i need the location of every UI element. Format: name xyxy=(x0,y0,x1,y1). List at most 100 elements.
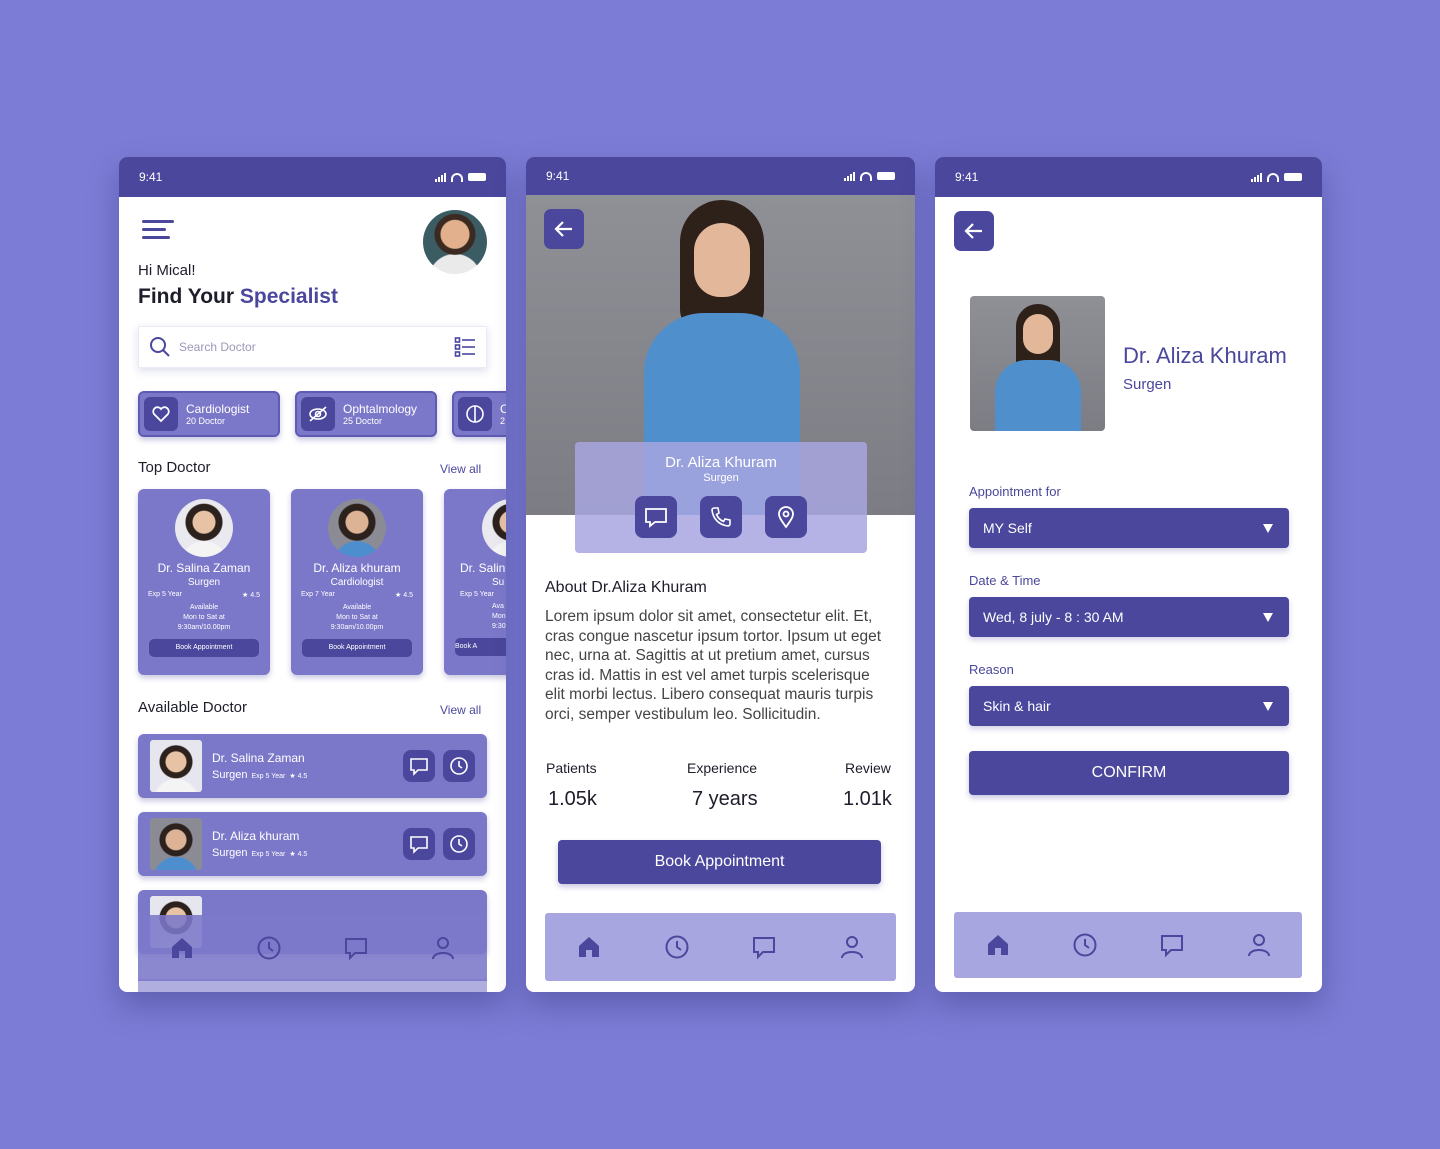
doctor-rating: ★ 4.5 xyxy=(395,592,413,599)
doctor-photo xyxy=(482,499,506,557)
chat-icon[interactable] xyxy=(343,935,369,961)
message-button[interactable] xyxy=(635,496,677,538)
chat-button[interactable] xyxy=(403,750,435,782)
location-button[interactable] xyxy=(765,496,807,538)
date-time-label: Date & Time xyxy=(969,573,1041,588)
heart-icon xyxy=(144,397,178,431)
availability-label: Available xyxy=(189,604,219,611)
category-ophtalmology[interactable]: Ophtalmology 25 Doctor xyxy=(295,391,437,437)
doctor-profile-screen: 9:41 Dr. Aliza Khuram Surgen About Dr.Al… xyxy=(526,157,915,992)
doctor-name: Dr. Aliza khuram xyxy=(313,561,401,575)
home-icon[interactable] xyxy=(985,932,1011,958)
brain-icon xyxy=(458,397,492,431)
chat-icon xyxy=(645,508,667,528)
home-icon[interactable] xyxy=(576,934,602,960)
availability-hours: 9:30am/10.00pm xyxy=(330,624,384,631)
confirm-button[interactable]: CONFIRM xyxy=(969,751,1289,795)
top-doctor-view-all[interactable]: View all xyxy=(440,462,481,476)
schedule-button[interactable] xyxy=(443,750,475,782)
doctor-specialty: Cardiologist xyxy=(330,577,384,588)
signal-icon xyxy=(1251,172,1262,182)
book-appointment-button[interactable]: Book Appointment xyxy=(302,639,412,657)
top-doctor-card[interactable]: Dr. Aliza khuram Cardiologist Exp 7 Year… xyxy=(291,489,423,675)
appointment-for-value: MY Self xyxy=(983,520,1032,536)
doctor-experience: Exp 5 Year xyxy=(460,591,494,598)
battery-icon xyxy=(877,172,895,180)
category-name: Ophtalmology xyxy=(343,402,418,416)
reason-value: Skin & hair xyxy=(983,698,1051,714)
available-doctor-item[interactable]: Dr. Aliza khuram Surgen Exp 5 Year ★ 4.5 xyxy=(138,812,487,876)
user-icon[interactable] xyxy=(839,934,865,960)
back-button[interactable] xyxy=(544,209,584,249)
doctor-name: Dr. Aliza Khuram xyxy=(1123,343,1287,368)
signal-icon xyxy=(844,171,855,181)
user-icon[interactable] xyxy=(430,935,456,961)
doctor-experience: Exp 7 Year xyxy=(301,591,335,598)
status-time: 9:41 xyxy=(955,170,979,184)
stat-label-patients: Patients xyxy=(546,760,597,776)
back-button[interactable] xyxy=(954,211,994,251)
user-avatar[interactable] xyxy=(423,210,487,274)
stat-value-review: 1.01k xyxy=(843,788,892,810)
doctor-photo xyxy=(150,818,202,870)
chat-button[interactable] xyxy=(403,828,435,860)
user-icon[interactable] xyxy=(1246,932,1272,958)
doctor-photo xyxy=(328,499,386,557)
book-appointment-button[interactable]: Book Appointment xyxy=(558,840,881,884)
category-count: 2 xyxy=(500,416,506,426)
headline-prefix: Find Your xyxy=(138,285,240,308)
about-title: About Dr.Aliza Khuram xyxy=(545,579,707,596)
category-partial[interactable]: C2 xyxy=(452,391,506,437)
clock-icon[interactable] xyxy=(664,934,690,960)
clock-icon[interactable] xyxy=(256,935,282,961)
dropdown-caret-icon xyxy=(1263,523,1273,533)
about-text: Lorem ipsum dolor sit amet, consectetur … xyxy=(545,608,882,723)
wifi-icon xyxy=(860,171,872,181)
call-button[interactable] xyxy=(700,496,742,538)
top-doctor-card[interactable]: Dr. Salina Zaman Surgen Exp 5 Year ★ 4.5 … xyxy=(138,489,270,675)
doctor-rating: ★ 4.5 xyxy=(289,851,308,858)
bottom-nav xyxy=(954,912,1302,978)
chat-icon[interactable] xyxy=(1159,932,1185,958)
top-doctor-card[interactable]: Dr. Salin Su Exp 5 Year Ava Mon t 9:30am B… xyxy=(444,489,506,675)
search-icon[interactable] xyxy=(149,336,171,358)
home-screen: 9:41 Hi Mical! Find Your Specialist Card… xyxy=(119,157,506,992)
available-doctor-view-all[interactable]: View all xyxy=(440,703,481,717)
book-appointment-button[interactable]: Book Appointment xyxy=(149,639,259,657)
menu-icon[interactable] xyxy=(142,220,174,244)
search-input[interactable] xyxy=(179,340,446,354)
chat-icon[interactable] xyxy=(751,934,777,960)
doctor-specialty: Surgen xyxy=(212,769,248,781)
category-name: C xyxy=(500,402,506,416)
eye-off-icon xyxy=(301,397,335,431)
doctor-experience: Exp 5 Year xyxy=(251,773,286,780)
schedule-button[interactable] xyxy=(443,828,475,860)
arrow-left-icon xyxy=(554,221,572,237)
signal-icon xyxy=(435,172,446,182)
booking-screen: 9:41 Dr. Aliza Khuram Surgen Appointment… xyxy=(935,157,1322,992)
doctor-name: Dr. Salina Zaman xyxy=(212,751,305,765)
top-doctor-title: Top Doctor xyxy=(138,459,211,476)
reason-select[interactable]: Skin & hair xyxy=(969,686,1289,726)
availability-label: Available xyxy=(342,604,372,611)
doctor-name: Dr. Aliza Khuram xyxy=(665,454,777,471)
available-doctor-item[interactable]: Dr. Salina Zaman Surgen Exp 5 Year ★ 4.5 xyxy=(138,734,487,798)
dropdown-caret-icon xyxy=(1263,612,1273,622)
doctor-rating: ★ 4.5 xyxy=(242,592,260,599)
greeting: Hi Mical! xyxy=(138,262,196,279)
status-icons xyxy=(844,171,895,181)
doctor-experience: Exp 5 Year xyxy=(251,851,286,858)
category-cardiologist[interactable]: Cardiologist 20 Doctor xyxy=(138,391,280,437)
status-icons xyxy=(435,172,486,182)
book-appointment-button[interactable]: Book A xyxy=(455,638,506,656)
date-time-select[interactable]: Wed, 8 july - 8 : 30 AM xyxy=(969,597,1289,637)
category-count: 20 Doctor xyxy=(186,416,226,426)
search-bar xyxy=(138,326,487,368)
filter-list-icon[interactable] xyxy=(454,336,476,358)
stat-label-experience: Experience xyxy=(687,760,758,776)
clock-icon[interactable] xyxy=(1072,932,1098,958)
doctor-specialty: Surgen xyxy=(187,577,221,588)
appointment-for-select[interactable]: MY Self xyxy=(969,508,1289,548)
home-icon[interactable] xyxy=(169,935,195,961)
doctor-photo xyxy=(175,499,233,557)
